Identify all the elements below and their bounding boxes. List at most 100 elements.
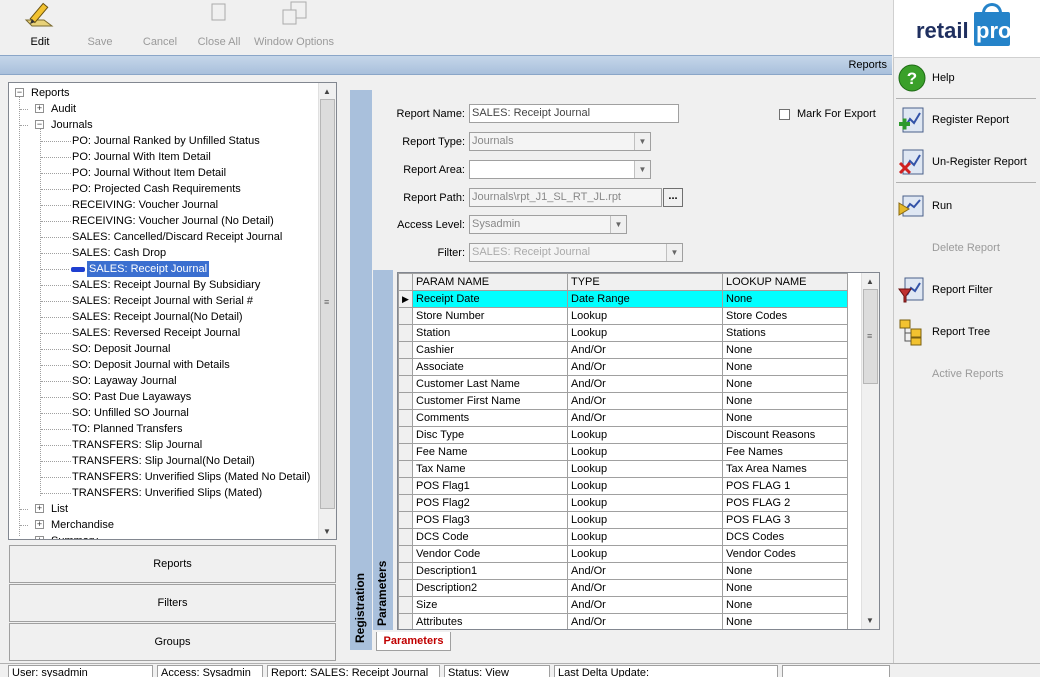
row-header[interactable] <box>398 545 413 563</box>
table-cell[interactable]: And/Or <box>567 613 723 629</box>
tree-item[interactable]: RECEIVING: Voucher Journal (No Detail) <box>9 213 314 229</box>
table-cell[interactable]: DCS Codes <box>722 528 848 546</box>
tree-item[interactable]: SO: Unfilled SO Journal <box>9 405 314 421</box>
parameters-side-tab[interactable]: Parameters <box>373 270 393 630</box>
collapse-icon[interactable]: − <box>35 120 44 129</box>
row-header[interactable] <box>398 392 413 410</box>
table-cell[interactable]: None <box>722 290 848 308</box>
expand-icon[interactable]: + <box>35 536 44 539</box>
tree-folder[interactable]: + Summary <box>9 533 314 539</box>
tree-item[interactable]: SALES: Receipt Journal <box>9 261 314 277</box>
table-cell[interactable]: Vendor Codes <box>722 545 848 563</box>
tree-item[interactable]: TRANSFERS: Unverified Slips (Mated) <box>9 485 314 501</box>
save-button[interactable]: Save <box>80 0 120 52</box>
unregister-report-button[interactable]: Un-Register Report <box>894 144 1040 180</box>
row-header[interactable] <box>398 358 413 376</box>
table-cell[interactable]: Description2 <box>412 579 568 597</box>
table-row[interactable]: Associate And/Or None <box>398 358 848 376</box>
table-cell[interactable]: Receipt Date <box>412 290 568 308</box>
browse-button[interactable]: ... <box>663 188 683 207</box>
tree-folder[interactable]: − Journals <box>9 117 314 133</box>
table-cell[interactable]: Attributes <box>412 613 568 629</box>
tree-item[interactable]: RECEIVING: Voucher Journal <box>9 197 314 213</box>
report-tree[interactable]: − Reports + Audit − Journals PO: Journal Ranke… <box>8 82 337 540</box>
table-row[interactable]: Customer Last Name And/Or None <box>398 375 848 393</box>
table-cell[interactable]: Fee Name <box>412 443 568 461</box>
tab-parameters[interactable]: Parameters <box>376 632 451 651</box>
table-cell[interactable]: Customer First Name <box>412 392 568 410</box>
table-cell[interactable]: Lookup <box>567 460 723 478</box>
nav-reports-button[interactable]: Reports <box>9 545 336 583</box>
row-header[interactable] <box>398 613 413 629</box>
table-row[interactable]: Description2 And/Or None <box>398 579 848 597</box>
table-row[interactable]: Fee Name Lookup Fee Names <box>398 443 848 461</box>
tree-item[interactable]: SALES: Receipt Journal By Subsidiary <box>9 277 314 293</box>
table-row[interactable]: Description1 And/Or None <box>398 562 848 580</box>
table-cell[interactable]: Vendor Code <box>412 545 568 563</box>
column-header[interactable]: PARAM NAME <box>412 273 568 291</box>
tree-folder[interactable]: + List <box>9 501 314 517</box>
table-cell[interactable]: POS FLAG 1 <box>722 477 848 495</box>
table-row[interactable]: Comments And/Or None <box>398 409 848 427</box>
table-row[interactable]: Cashier And/Or None <box>398 341 848 359</box>
tree-item[interactable]: TO: Planned Transfers <box>9 421 314 437</box>
table-cell[interactable]: Size <box>412 596 568 614</box>
table-cell[interactable]: None <box>722 596 848 614</box>
report-name-field[interactable]: SALES: Receipt Journal <box>469 104 679 123</box>
run-button[interactable]: Run <box>894 188 1040 224</box>
row-header[interactable] <box>398 596 413 614</box>
table-cell[interactable]: And/Or <box>567 562 723 580</box>
row-header[interactable] <box>398 511 413 529</box>
table-row[interactable]: POS Flag3 Lookup POS FLAG 3 <box>398 511 848 529</box>
table-cell[interactable]: Lookup <box>567 307 723 325</box>
table-cell[interactable]: None <box>722 613 848 629</box>
active-reports-button[interactable]: Active Reports <box>894 356 1040 392</box>
table-row[interactable]: Station Lookup Stations <box>398 324 848 342</box>
chevron-down-icon[interactable]: ▼ <box>634 133 650 150</box>
row-header[interactable] <box>398 528 413 546</box>
report-tree-button[interactable]: Report Tree <box>894 314 1040 350</box>
expand-icon[interactable]: + <box>35 520 44 529</box>
table-row[interactable]: ▶ Receipt Date Date Range None <box>398 290 848 308</box>
parameters-grid[interactable]: PARAM NAME TYPE LOOKUP NAME ▶ Receipt Dat… <box>397 272 880 630</box>
grid-scrollbar[interactable]: ▲ ≡ ▼ <box>861 273 879 629</box>
tree-item[interactable]: SO: Layaway Journal <box>9 373 314 389</box>
tree-item[interactable]: SO: Deposit Journal with Details <box>9 357 314 373</box>
tree-item[interactable]: PO: Journal With Item Detail <box>9 149 314 165</box>
close-all-button[interactable]: Close All <box>194 0 244 52</box>
table-row[interactable]: POS Flag1 Lookup POS FLAG 1 <box>398 477 848 495</box>
table-cell[interactable]: Associate <box>412 358 568 376</box>
table-cell[interactable]: Store Number <box>412 307 568 325</box>
scroll-down-icon[interactable]: ▼ <box>319 527 335 536</box>
table-cell[interactable]: Description1 <box>412 562 568 580</box>
table-cell[interactable]: Lookup <box>567 494 723 512</box>
table-cell[interactable]: Station <box>412 324 568 342</box>
row-header[interactable]: ▶ <box>398 290 413 308</box>
nav-groups-button[interactable]: Groups <box>9 623 336 661</box>
tree-item[interactable]: PO: Projected Cash Requirements <box>9 181 314 197</box>
table-cell[interactable]: And/Or <box>567 579 723 597</box>
window-options-button[interactable]: Window Options <box>252 0 336 52</box>
row-header[interactable] <box>398 460 413 478</box>
report-filter-button[interactable]: Report Filter <box>894 272 1040 308</box>
table-cell[interactable]: POS FLAG 3 <box>722 511 848 529</box>
table-cell[interactable]: POS FLAG 2 <box>722 494 848 512</box>
row-header[interactable] <box>398 443 413 461</box>
tree-item[interactable]: SALES: Reversed Receipt Journal <box>9 325 314 341</box>
tree-item[interactable]: TRANSFERS: Slip Journal(No Detail) <box>9 453 314 469</box>
chevron-down-icon[interactable]: ▼ <box>610 216 626 233</box>
tree-item[interactable]: PO: Journal Ranked by Unfilled Status <box>9 133 314 149</box>
nav-filters-button[interactable]: Filters <box>9 584 336 622</box>
table-row[interactable]: Size And/Or None <box>398 596 848 614</box>
table-row[interactable]: Attributes And/Or None <box>398 613 848 629</box>
row-header[interactable] <box>398 426 413 444</box>
table-cell[interactable]: Comments <box>412 409 568 427</box>
tree-folder[interactable]: + Merchandise <box>9 517 314 533</box>
table-cell[interactable]: Lookup <box>567 477 723 495</box>
expand-icon[interactable]: + <box>35 504 44 513</box>
cancel-button[interactable]: Cancel <box>138 0 182 52</box>
table-row[interactable]: Store Number Lookup Store Codes <box>398 307 848 325</box>
table-cell[interactable]: None <box>722 579 848 597</box>
table-cell[interactable]: Discount Reasons <box>722 426 848 444</box>
table-row[interactable]: Customer First Name And/Or None <box>398 392 848 410</box>
